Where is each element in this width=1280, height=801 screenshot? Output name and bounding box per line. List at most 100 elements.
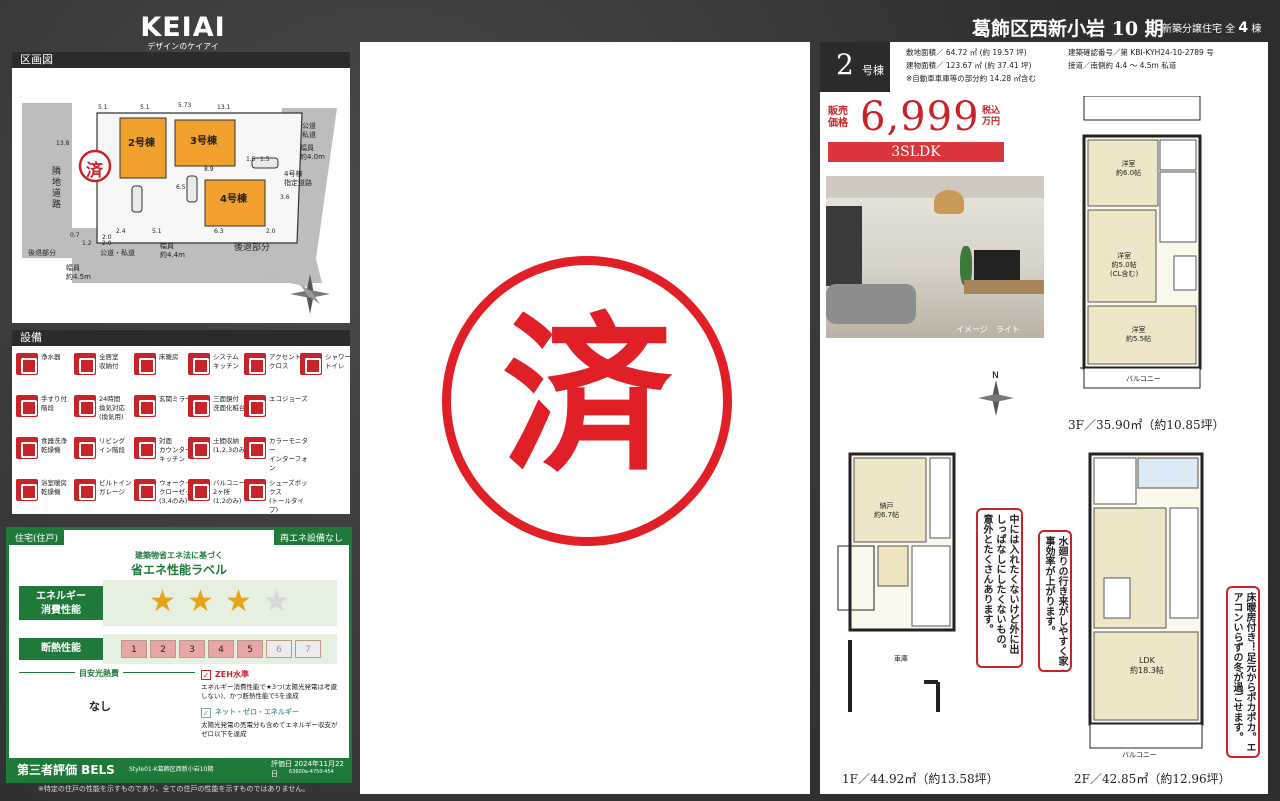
room-3f-2: 洋室 約5.0帖 (CL含む) [1110,252,1139,278]
energy-consumption-label: エネルギー 消費性能 [19,586,103,620]
floorplan-2f[interactable] [1082,448,1206,768]
land-area: 敷地面積／ 64.72 ㎡ (約 19.57 坪) [906,48,1027,57]
compass-icon: N [978,371,1014,416]
price-label: 販売 価格 [828,106,848,129]
photo-window [826,206,862,286]
bels-small: Style01-K葛飾区西新小岩10期 [129,766,214,773]
floorplan-3f[interactable] [1076,96,1204,396]
unit-detail-panel: 2 号棟 敷地面積／ 64.72 ㎡ (約 19.57 坪) 建物面積／ 123… [820,42,1268,794]
zeh-title: ZEH水準 [215,670,249,679]
equipment-icon [16,479,38,501]
photo-tv [974,250,1020,280]
insulation-level: 2 [150,640,176,658]
plot-dim: 5.1 [98,104,108,111]
equipment-icon [16,395,38,417]
plot-dim: 5.73 [178,102,192,109]
plot-label-width-44: 幅員 約4.4m [160,242,185,259]
insulation-level: 1 [121,640,147,658]
equipment-label: シューズボックス (トールタイプ) [269,479,308,514]
unit-number: 2 [836,48,854,81]
equipment-label: リビング イン階段 [99,437,125,454]
interior-photo[interactable]: イメージ ライト [826,176,1044,338]
room-2f-balcony: バルコニー [1122,751,1157,759]
equipment-icon [134,437,156,459]
plot-dim: 13.1 [217,104,231,111]
equipment-icon [16,437,38,459]
room-2f-ldk: LDK 約18.3帖 [1130,656,1164,675]
zeh-text: エネルギー消費性能で★3つ(太陽光発電は考慮しない)、かつ断熱性能で5を達成 [201,683,337,700]
plot-label-designated-road: 4号棟 指定道路 [284,170,312,187]
equipment-icon [188,437,210,459]
equipment-heading: 設備 [12,330,350,346]
plot-dim: 2.4 [116,228,126,235]
room-3f-balcony: バルコニー [1126,375,1161,383]
cost-value: なし [89,700,111,713]
price-value: 6,999 [860,94,980,140]
callout-storage: 中には入れたくないけど外に出しっぱなしにしたくないもの。意外とたくさんあります。 [976,508,1023,668]
equipment-icon [188,479,210,501]
property-title: 葛飾区西新小岩 10 期 [972,18,1164,40]
callout-housework: 水廻りの行き来がしやすく家事効率が上がります。 [1038,530,1072,672]
eval-code: 63600a-4750-454 [289,769,334,775]
layout-type: 3SLDK [828,142,1004,162]
insulation-level: 6 [266,640,292,658]
equipment-label: 24時間 換気対応 (換気用) [99,395,125,421]
energy-label-panel: 住宅(住戸) 再エネ設備なし 建築物省エネ法に基づく 省エネ性能ラベル エネルギ… [6,527,352,783]
insulation-label: 断熱性能 [19,638,103,660]
plot-dim: 1.2 [82,240,92,247]
footnote: ※特定の住戸の性能を示すものであり、全ての住戸の性能を示すものではありません。 [38,785,310,793]
equipment-icon [300,353,322,375]
callout-floor-heating: 床暖房付き！足元からポカポカ。エアコンいらずの冬が過ごせます。 [1226,586,1260,758]
insulation-level: 4 [208,640,234,658]
floor-1f-label: 1F／44.92㎡（約13.58坪） [842,772,999,786]
room-1f-garage: 車庫 [894,655,908,663]
energy-subtitle: 建築物省エネ法に基づく [135,551,223,560]
equipment-panel: 設備 浄水器 全居室 収納付 床暖房 システム キッチン アクセント クロス シャワー ト… [12,330,351,514]
plot-label-public-road: 公道 私道 [302,122,316,139]
net-zero-text: 太陽光発電の売電分も含めてエネルギー収支がゼロ以下を達成 [201,721,338,738]
equipment-label: カラーモニター インターフォン [269,437,308,472]
plot-label-bottom-road: 公道・私道 [100,249,135,257]
equipment-icon [134,395,156,417]
plot-dim: 5.1 [140,104,150,111]
plot-label-setback-left: 後退部分 [28,249,56,257]
plot-dim: 2.0 [266,228,276,235]
plot-unit-4[interactable]: 4号棟 [220,190,247,205]
photo-sofa [826,284,916,324]
equipment-label: エコジョーズ [269,395,308,403]
bels-footer: 第三者評価 BELS Style01-K葛飾区西新小岩10期 評価日 2024年… [9,758,349,780]
plot-label-width-45: 幅員 約4.5m [66,264,91,281]
equipment-label: 全居室 収納付 [99,353,119,370]
photo-caption: イメージ ライト [956,325,1020,334]
bels-label: 第三者評価 BELS [17,763,115,777]
garage-note: ※自動車車庫等の部分約 14.28 ㎡含む [906,74,1037,83]
plot-dim: 1.5 [246,156,256,163]
permit-number: 建築確認番号／第 KBI-KYH24-10-2789 号 [1068,48,1214,57]
room-3f-1: 洋室 約6.0帖 [1116,160,1142,177]
insulation-level: 3 [179,640,205,658]
plot-dim: 2.0 [102,240,112,247]
road-info: 接道／南側約 4.4 ～ 4.5m 私道 [1068,61,1177,70]
equipment-icon [244,437,266,459]
plot-label-width-4m: 幅員 約4.0m [300,144,325,161]
floorplan-1f[interactable] [834,450,960,720]
star-filled-icon: ★ [149,584,176,619]
equipment-icon [74,395,96,417]
photo-tv-board [964,280,1044,294]
brand-logo: KEIAI デザインのケイアイ [128,12,238,52]
floor-3f-label: 3F／35.90㎡（約10.85坪） [1068,418,1225,432]
brand-name: KEIAI [140,12,226,43]
insulation-level: 5 [237,640,263,658]
energy-tag-renewable: 再エネ設備なし [273,530,349,545]
star-filled-icon: ★ [187,584,214,619]
net-zero-check-icon: ✓ [201,708,211,718]
plot-unit-2[interactable]: 2号棟 [128,134,155,149]
plot-unit-3[interactable]: 3号棟 [190,132,217,147]
equipment-icon [244,479,266,501]
net-zero-title: ネット・ゼロ・エネルギー [215,708,299,716]
plot-dim: 3.6 [280,194,290,201]
equipment-icon [74,437,96,459]
sold-mark: 済 [501,298,672,496]
photo-ceiling [826,176,1044,198]
equipment-label: ビルトイン ガレージ [99,479,132,496]
